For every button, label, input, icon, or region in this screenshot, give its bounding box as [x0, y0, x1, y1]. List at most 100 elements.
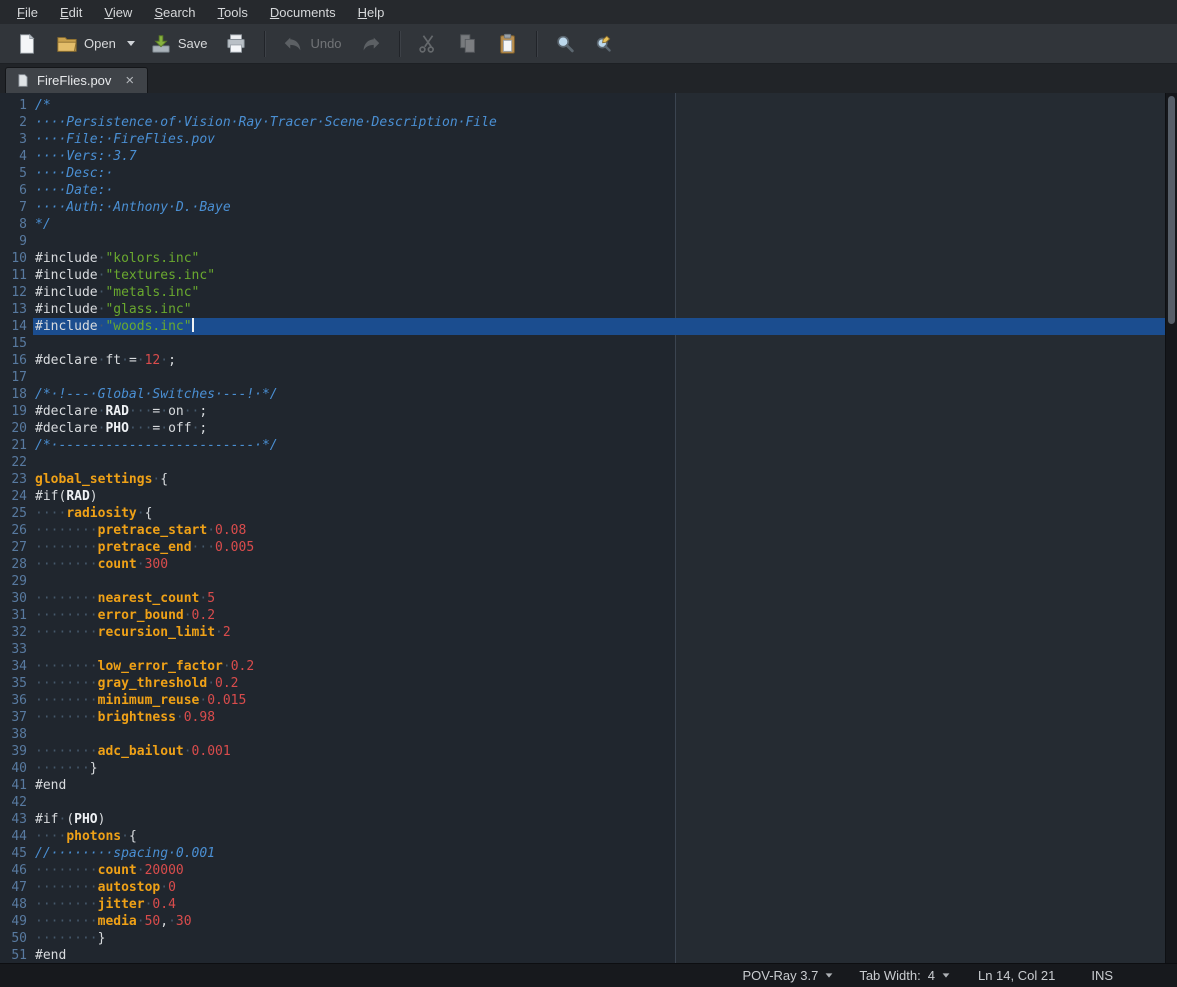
- scrollbar-thumb[interactable]: [1168, 96, 1175, 324]
- line-number: 13: [0, 301, 33, 318]
- copy-icon: [457, 33, 479, 55]
- line-number: 24: [0, 488, 33, 505]
- code-line-25[interactable]: 25····radiosity·{: [0, 505, 1177, 522]
- code-line-11[interactable]: 11#include·"textures.inc": [0, 267, 1177, 284]
- code-line-34[interactable]: 34········low_error_factor·0.2: [0, 658, 1177, 675]
- code-line-17[interactable]: 17: [0, 369, 1177, 386]
- paste-button[interactable]: [489, 28, 527, 60]
- code-line-51[interactable]: 51#end: [0, 947, 1177, 963]
- code-line-18[interactable]: 18/*·!---·Global·Switches·---!·*/: [0, 386, 1177, 403]
- language-selector[interactable]: POV-Ray 3.7: [736, 967, 839, 984]
- code-line-9[interactable]: 9: [0, 233, 1177, 250]
- code-line-24[interactable]: 24#if(RAD): [0, 488, 1177, 505]
- code-text: ········count·20000: [33, 862, 1177, 879]
- code-line-44[interactable]: 44····photons·{: [0, 828, 1177, 845]
- code-line-42[interactable]: 42: [0, 794, 1177, 811]
- line-number: 27: [0, 539, 33, 556]
- tab-close-button[interactable]: ×: [122, 73, 137, 88]
- toolbar-separator: [399, 31, 400, 57]
- code-line-36[interactable]: 36········minimum_reuse·0.015: [0, 692, 1177, 709]
- save-button-label: Save: [178, 36, 208, 51]
- code-line-33[interactable]: 33: [0, 641, 1177, 658]
- line-number: 22: [0, 454, 33, 471]
- input-mode: INS: [1087, 967, 1117, 984]
- tab-fireflies[interactable]: FireFlies.pov ×: [5, 67, 148, 93]
- code-line-5[interactable]: 5····Desc:·: [0, 165, 1177, 182]
- code-line-10[interactable]: 10#include·"kolors.inc": [0, 250, 1177, 267]
- editor-lines: 1/*2····Persistence·of·Vision·Ray·Tracer…: [0, 93, 1177, 963]
- find-replace-button[interactable]: [586, 28, 624, 60]
- vertical-scrollbar[interactable]: [1165, 93, 1177, 963]
- menu-item-view[interactable]: View: [95, 3, 141, 22]
- code-line-37[interactable]: 37········brightness·0.98: [0, 709, 1177, 726]
- print-button[interactable]: [217, 28, 255, 60]
- code-line-46[interactable]: 46········count·20000: [0, 862, 1177, 879]
- code-line-8[interactable]: 8*/: [0, 216, 1177, 233]
- code-line-41[interactable]: 41#end: [0, 777, 1177, 794]
- code-line-43[interactable]: 43#if·(PHO): [0, 811, 1177, 828]
- save-button[interactable]: Save: [142, 28, 216, 60]
- code-text: ····radiosity·{: [33, 505, 1177, 522]
- code-line-31[interactable]: 31········error_bound·0.2: [0, 607, 1177, 624]
- menu-item-tools[interactable]: Tools: [209, 3, 257, 22]
- code-line-23[interactable]: 23global_settings·{: [0, 471, 1177, 488]
- code-line-40[interactable]: 40·······}: [0, 760, 1177, 777]
- line-number: 9: [0, 233, 33, 250]
- toolbar: Open Save Undo: [0, 24, 1177, 64]
- open-button[interactable]: Open: [48, 28, 124, 60]
- code-line-22[interactable]: 22: [0, 454, 1177, 471]
- code-line-6[interactable]: 6····Date:·: [0, 182, 1177, 199]
- code-line-39[interactable]: 39········adc_bailout·0.001: [0, 743, 1177, 760]
- code-text: [33, 233, 1177, 250]
- code-line-32[interactable]: 32········recursion_limit·2: [0, 624, 1177, 641]
- tab-width-selector[interactable]: Tab Width: 4: [853, 967, 956, 984]
- code-line-7[interactable]: 7····Auth:·Anthony·D.·Baye: [0, 199, 1177, 216]
- new-document-button[interactable]: [8, 28, 46, 60]
- code-line-45[interactable]: 45//········spacing·0.001: [0, 845, 1177, 862]
- menu-item-documents[interactable]: Documents: [261, 3, 345, 22]
- code-line-19[interactable]: 19#declare·RAD···=·on··;: [0, 403, 1177, 420]
- code-line-3[interactable]: 3····File:·FireFlies.pov: [0, 131, 1177, 148]
- code-line-30[interactable]: 30········nearest_count·5: [0, 590, 1177, 607]
- menu-item-edit[interactable]: Edit: [51, 3, 91, 22]
- code-text: */: [33, 216, 1177, 233]
- code-line-14[interactable]: 14#include·"woods.inc": [0, 318, 1177, 335]
- line-number: 51: [0, 947, 33, 963]
- code-line-35[interactable]: 35········gray_threshold·0.2: [0, 675, 1177, 692]
- menu-item-search[interactable]: Search: [145, 3, 204, 22]
- code-line-13[interactable]: 13#include·"glass.inc": [0, 301, 1177, 318]
- code-line-2[interactable]: 2····Persistence·of·Vision·Ray·Tracer·Sc…: [0, 114, 1177, 131]
- code-text: ····Auth:·Anthony·D.·Baye: [33, 199, 1177, 216]
- editor[interactable]: 1/*2····Persistence·of·Vision·Ray·Tracer…: [0, 93, 1177, 963]
- undo-icon: [282, 33, 304, 55]
- line-number: 35: [0, 675, 33, 692]
- line-number: 10: [0, 250, 33, 267]
- toolbar-separator: [264, 31, 265, 57]
- code-line-16[interactable]: 16#declare·ft·=·12·;: [0, 352, 1177, 369]
- code-line-26[interactable]: 26········pretrace_start·0.08: [0, 522, 1177, 539]
- code-line-49[interactable]: 49········media·50,·30: [0, 913, 1177, 930]
- code-line-48[interactable]: 48········jitter·0.4: [0, 896, 1177, 913]
- code-line-50[interactable]: 50········}: [0, 930, 1177, 947]
- code-line-1[interactable]: 1/*: [0, 97, 1177, 114]
- code-line-28[interactable]: 28········count·300: [0, 556, 1177, 573]
- line-number: 5: [0, 165, 33, 182]
- status-bar: POV-Ray 3.7 Tab Width: 4 Ln 14, Col 21 I…: [0, 963, 1177, 987]
- code-line-21[interactable]: 21/*·-------------------------·*/: [0, 437, 1177, 454]
- find-button[interactable]: [546, 28, 584, 60]
- menu-item-help[interactable]: Help: [349, 3, 394, 22]
- code-line-20[interactable]: 20#declare·PHO···=·off·;: [0, 420, 1177, 437]
- code-line-15[interactable]: 15: [0, 335, 1177, 352]
- open-dropdown-button[interactable]: [122, 28, 140, 60]
- code-line-47[interactable]: 47········autostop·0: [0, 879, 1177, 896]
- code-line-29[interactable]: 29: [0, 573, 1177, 590]
- toolbar-separator: [536, 31, 537, 57]
- line-number: 40: [0, 760, 33, 777]
- code-line-12[interactable]: 12#include·"metals.inc": [0, 284, 1177, 301]
- code-line-27[interactable]: 27········pretrace_end···0.005: [0, 539, 1177, 556]
- menu-item-file[interactable]: File: [8, 3, 47, 22]
- code-line-38[interactable]: 38: [0, 726, 1177, 743]
- code-text: #end: [33, 777, 1177, 794]
- code-line-4[interactable]: 4····Vers:·3.7: [0, 148, 1177, 165]
- code-text: [33, 335, 1177, 352]
